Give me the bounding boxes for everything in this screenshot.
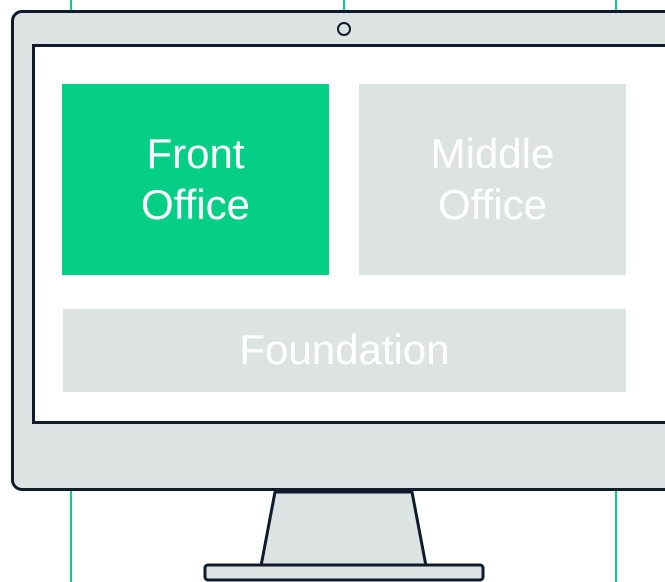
front-office-label: Front Office	[141, 130, 250, 228]
foundation-label: Foundation	[239, 326, 450, 374]
middle-office-label: Middle Office	[430, 130, 555, 228]
architecture-diagram: Front Office Middle Office Foundation	[0, 0, 665, 582]
front-office-block: Front Office	[62, 84, 329, 275]
camera-icon	[337, 22, 351, 36]
foundation-block: Foundation	[63, 309, 626, 392]
middle-office-block: Middle Office	[359, 84, 626, 275]
